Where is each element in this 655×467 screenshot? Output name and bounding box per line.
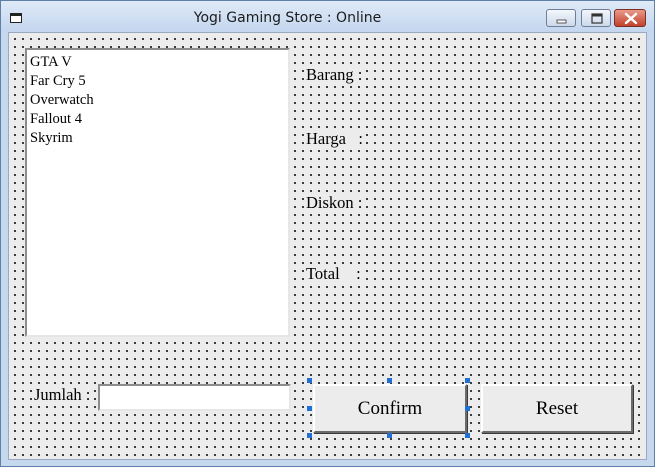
form-design-area: GTA V Far Cry 5 Overwatch Fallout 4 Skyr… <box>8 32 647 460</box>
selection-handle[interactable] <box>307 406 312 411</box>
diskon-label: Diskon : <box>304 193 365 213</box>
total-label: Total : <box>304 264 363 284</box>
close-icon <box>624 12 638 25</box>
games-listbox[interactable]: GTA V Far Cry 5 Overwatch Fallout 4 Skyr… <box>25 48 290 337</box>
selection-handle[interactable] <box>307 433 312 438</box>
window-title: Yogi Gaming Store : Online <box>193 10 382 26</box>
list-item[interactable]: Overwatch <box>30 91 288 110</box>
jumlah-input[interactable] <box>98 384 291 411</box>
selection-handle[interactable] <box>307 378 312 383</box>
selection-handle[interactable] <box>387 433 392 438</box>
selection-handle[interactable] <box>387 378 392 383</box>
selection-handle[interactable] <box>465 378 470 383</box>
title-bar[interactable]: Yogi Gaming Store : Online <box>1 1 654 32</box>
close-button[interactable] <box>614 9 646 27</box>
minimize-icon <box>556 19 567 24</box>
reset-button[interactable]: Reset <box>481 384 633 433</box>
jumlah-label: Jumlah : <box>32 385 93 405</box>
maximize-button[interactable] <box>581 9 611 27</box>
confirm-button[interactable]: Confirm <box>313 384 467 433</box>
app-window: Yogi Gaming Store : Online GTA V Far Cry… <box>0 0 655 467</box>
selection-handle[interactable] <box>465 406 470 411</box>
minimize-button[interactable] <box>546 9 576 27</box>
list-item[interactable]: GTA V <box>30 53 288 72</box>
maximize-icon <box>591 13 603 24</box>
harga-label: Harga : <box>304 129 365 149</box>
barang-label: Barang : <box>304 65 365 85</box>
selection-handle[interactable] <box>465 433 470 438</box>
list-item[interactable]: Far Cry 5 <box>30 72 288 91</box>
list-item[interactable]: Fallout 4 <box>30 110 288 129</box>
list-item[interactable]: Skyrim <box>30 129 288 148</box>
